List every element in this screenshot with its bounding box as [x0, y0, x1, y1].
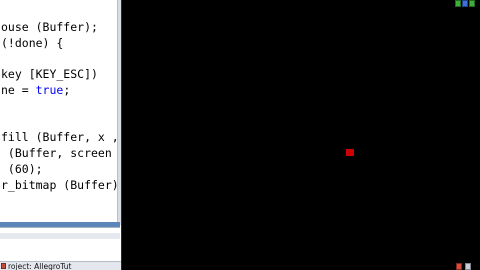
tray-green-icon[interactable]	[469, 0, 475, 7]
desktop-screen: ouse (Buffer); (!done) { key [KEY_ESC]) …	[0, 0, 480, 270]
code-keyword: true	[35, 83, 64, 97]
tray-red-icon[interactable]	[456, 263, 462, 270]
code-text: ne =	[1, 83, 36, 97]
ide-status-bar: roject: AllegroTut	[0, 261, 121, 270]
code-text: key [KEY_ESC])	[1, 67, 98, 81]
code-text: (!done) {	[1, 36, 64, 50]
tray-green-icon[interactable]	[455, 0, 461, 7]
code-line[interactable]: r_bitmap (Buffer)	[1, 179, 118, 192]
status-project-label: roject: AllegroTut	[8, 262, 72, 270]
code-line[interactable]: fill (Buffer, x ,	[1, 131, 118, 144]
project-icon	[1, 263, 6, 269]
code-line[interactable]: key [KEY_ESC])	[1, 68, 98, 81]
code-line[interactable]: (!done) {	[1, 37, 63, 50]
code-text: ouse (Buffer);	[1, 20, 98, 34]
code-line[interactable]: ouse (Buffer);	[1, 21, 98, 34]
tray-grey-icon[interactable]	[465, 263, 471, 270]
output-panel-header	[0, 233, 120, 239]
code-text: (Buffer, screen	[1, 146, 112, 160]
code-line[interactable]: (60);	[1, 163, 43, 176]
code-editor[interactable]: ouse (Buffer); (!done) { key [KEY_ESC]) …	[0, 0, 118, 225]
code-line[interactable]: (Buffer, screen	[1, 147, 112, 160]
code-text: ;	[63, 83, 71, 97]
game-window[interactable]	[121, 0, 480, 270]
code-text: (60);	[1, 162, 43, 176]
code-line[interactable]: ne = true;	[1, 84, 70, 97]
tray-blue-icon[interactable]	[462, 0, 468, 7]
code-text: fill (Buffer, x ,	[1, 130, 118, 144]
player-square	[346, 149, 354, 156]
code-text: r_bitmap (Buffer)	[1, 178, 118, 192]
